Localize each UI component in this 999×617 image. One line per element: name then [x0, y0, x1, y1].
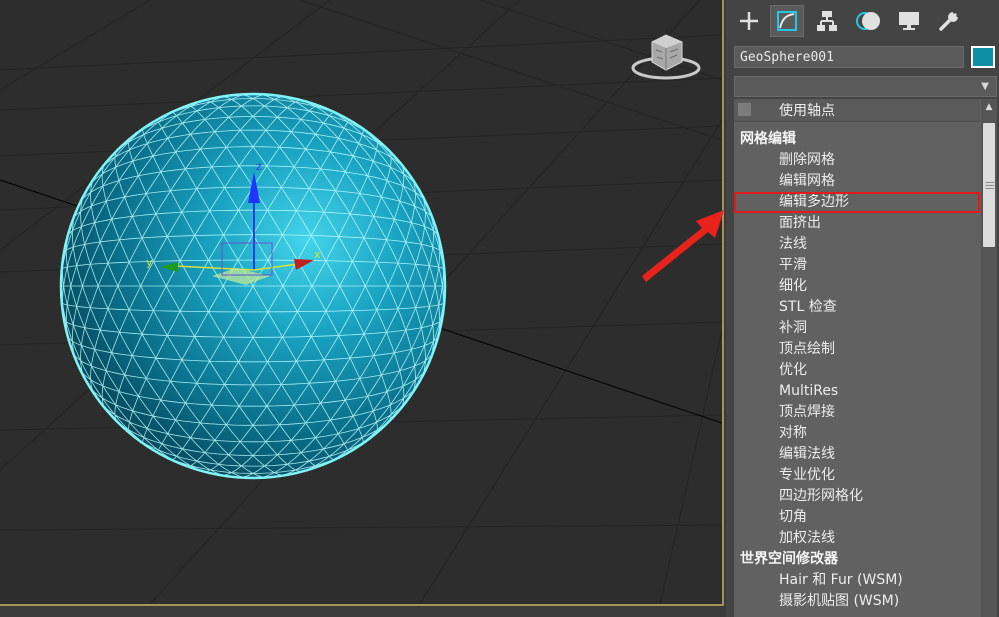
modifier-list-item[interactable]: 顶点绘制 [734, 339, 980, 360]
tab-utilities[interactable] [932, 5, 966, 37]
modifier-list-item[interactable]: 法线 [734, 234, 980, 255]
object-color-swatch[interactable] [971, 46, 995, 68]
modifier-list[interactable]: 使用轴点 网格编辑 删除网格 编辑网格 编辑多边形 面挤出 法线 平滑 细化 STL 检查 补洞顶… [734, 99, 997, 617]
red-arrow-annotation-icon [642, 210, 724, 282]
modifier-list-item[interactable]: 编辑法线 [734, 444, 980, 465]
y-axis-label: y [146, 256, 153, 269]
use-pivot-checkbox[interactable] [738, 103, 751, 116]
wrench-icon [939, 10, 960, 31]
hierarchy-icon [817, 11, 837, 31]
motion-icon [856, 12, 880, 30]
modifier-list-item[interactable]: 优化 [734, 360, 980, 381]
modifier-list-item[interactable]: Hair 和 Fur (WSM) [734, 570, 980, 591]
modifier-list-item[interactable]: 编辑多边形 [734, 192, 980, 213]
modifier-list-item[interactable]: 四边形网格化 [734, 486, 980, 507]
modifier-list-item[interactable]: MultiRes [734, 381, 980, 402]
tab-modify[interactable] [770, 5, 804, 37]
grip-icon: — — — [985, 177, 995, 194]
modifier-list-dropdown[interactable]: ▼ [734, 76, 997, 97]
plus-icon [740, 12, 758, 30]
use-pivot-label: 使用轴点 [779, 103, 835, 119]
x-axis-label: x [314, 248, 321, 261]
modifier-list-item[interactable]: 平滑 [734, 255, 980, 276]
modifier-list-item[interactable]: 对称 [734, 423, 980, 444]
modifier-list-item[interactable]: 删除网格 [734, 150, 980, 171]
modifier-list-item[interactable]: 专业优化 [734, 465, 980, 486]
modifier-category-header: 网格编辑 [740, 131, 796, 147]
modifier-list-rows: 网格编辑删除网格 编辑网格 编辑多边形 面挤出 法线 平滑 细化 STL 检查 补洞 顶点绘制 优化… [734, 129, 980, 612]
perspective-viewport[interactable]: z y x [0, 0, 724, 606]
tab-display[interactable] [892, 5, 926, 37]
modifier-list-item[interactable]: 加权法线 [734, 528, 980, 549]
monitor-icon [899, 12, 919, 30]
modifier-list-item[interactable]: 面挤出 [734, 213, 980, 234]
command-panel-tabs [726, 0, 999, 42]
tab-motion[interactable] [852, 5, 886, 37]
chevron-down-icon: ▼ [981, 81, 989, 92]
modifier-list-item[interactable]: 细化 [734, 276, 980, 297]
modifier-list-item[interactable]: 编辑网格 [734, 171, 980, 192]
modify-curve-icon [777, 11, 797, 31]
object-name-field[interactable] [734, 46, 964, 68]
tab-hierarchy[interactable] [810, 5, 844, 37]
tab-create[interactable] [732, 5, 766, 37]
modifier-category-header: 世界空间修改器 [740, 551, 838, 567]
use-pivot-row[interactable]: 使用轴点 [734, 99, 980, 122]
modifier-list-item[interactable]: 顶点焊接 [734, 402, 980, 423]
modifier-list-item[interactable]: 补洞 [734, 318, 980, 339]
viewcube-icon[interactable] [630, 30, 702, 82]
modifier-list-item[interactable]: 切角 [734, 507, 980, 528]
scrollbar-thumb[interactable]: — — — [983, 123, 995, 247]
z-axis-label: z [256, 160, 262, 173]
command-panel: ▼ 使用轴点 网格编辑删除网格编辑网格编辑多边形面挤出法线平滑细化STL 检查补… [726, 0, 999, 617]
modifier-list-item[interactable]: 摄影机贴图 (WSM) [734, 591, 980, 612]
modifier-list-scrollbar[interactable]: ▲ — — — [981, 99, 997, 617]
scroll-up-arrow-icon[interactable]: ▲ [981, 99, 997, 115]
viewport-scene: z y x [0, 0, 722, 604]
modifier-list-item[interactable]: STL 检查 [734, 297, 980, 318]
